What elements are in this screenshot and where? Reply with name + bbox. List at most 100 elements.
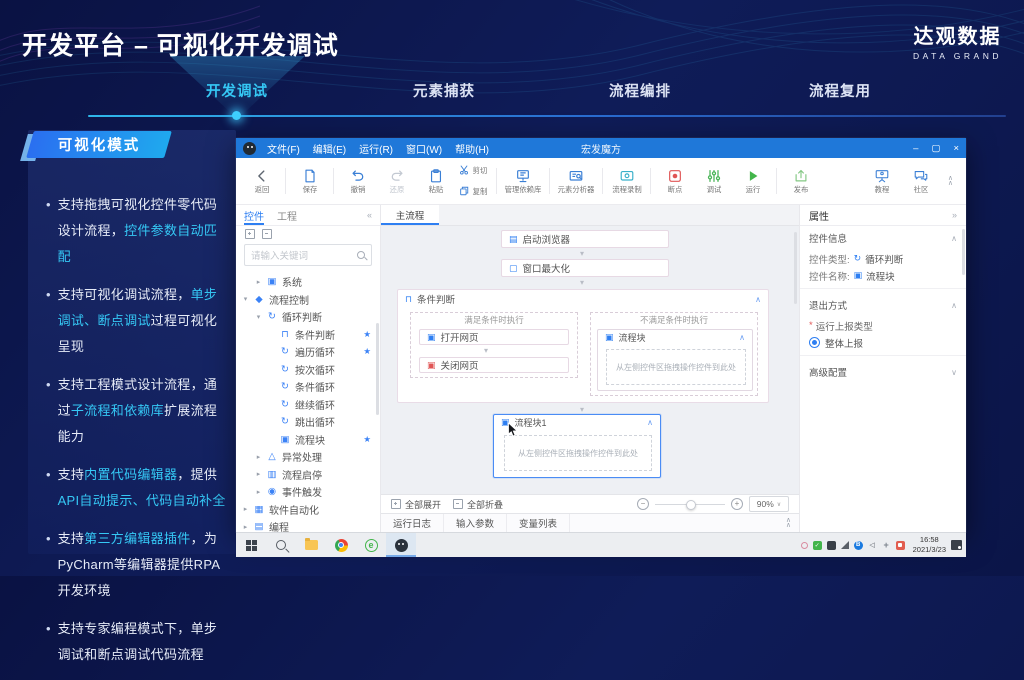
flow-node-close-page[interactable]: ▣ 关闭网页 — [419, 357, 569, 373]
tree-item-12[interactable]: ▸◉事件触发 — [236, 483, 380, 501]
toolbar-publish-button[interactable]: 发布 — [781, 167, 820, 195]
expand-all-button[interactable]: 全部展开 — [391, 498, 441, 511]
menu-item-4[interactable]: 帮助(H) — [455, 141, 489, 156]
flow-node-start-browser[interactable]: ▤ 启动浏览器 — [501, 230, 669, 248]
menu-item-3[interactable]: 窗口(W) — [406, 141, 442, 156]
zoom-slider-knob[interactable] — [686, 500, 696, 510]
toolbar-debug-button[interactable]: 调试 — [694, 167, 733, 195]
minimize-button[interactable]: – — [913, 143, 918, 154]
favorite-star-icon[interactable]: ★ — [363, 329, 371, 340]
toolbar-run-button[interactable]: 运行 — [733, 167, 772, 195]
zoom-slider[interactable] — [655, 499, 725, 509]
toolbar-save-button[interactable]: 保存 — [290, 167, 329, 195]
toolbar-library-button[interactable]: 管理依赖库 — [501, 167, 545, 195]
collapse-all-button[interactable]: 全部折叠 — [453, 498, 503, 511]
tree-item-11[interactable]: ▸▥流程启停 — [236, 466, 380, 484]
toolbar-undo-button[interactable]: 撤销 — [338, 167, 377, 195]
tree-item-13[interactable]: ▸▦软件自动化 — [236, 501, 380, 519]
nav-tab-3[interactable]: 流程复用 — [809, 80, 871, 101]
bottom-panel-collapse-icon[interactable]: ∧∧ — [786, 518, 799, 528]
section-exit-mode[interactable]: 退出方式 ∧ — [800, 293, 966, 317]
tree-item-14[interactable]: ▸▤编程 — [236, 518, 380, 532]
collapse-chevron-icon[interactable]: ∧ — [647, 418, 653, 427]
collapse-chevron-icon[interactable]: ∧ — [755, 295, 761, 304]
collapse-chevron-icon[interactable]: ∧ — [739, 333, 745, 342]
toolbar-recorder-button[interactable]: 流程录制 — [607, 167, 646, 195]
nav-tab-0[interactable]: 开发调试 — [206, 80, 268, 101]
toolbar-community-button[interactable]: 社区 — [902, 167, 941, 195]
notification-center-icon[interactable] — [951, 540, 962, 550]
toolbar-analyzer-button[interactable]: 元素分析器 — [554, 167, 598, 195]
panel-tab-0[interactable]: 控件 — [244, 205, 264, 225]
toolbar-tutorial-button[interactable]: 教程 — [863, 167, 902, 195]
toolbar-paste-button[interactable]: 粘贴 — [416, 167, 455, 195]
tree-item-2[interactable]: ▾↻循环判断 — [236, 308, 380, 326]
tray-security-icon[interactable] — [896, 541, 905, 550]
tab-main-flow[interactable]: 主流程 — [381, 205, 439, 225]
tree-item-5[interactable]: ↻按次循环 — [236, 361, 380, 379]
zoom-out-button[interactable]: − — [637, 498, 649, 510]
close-button[interactable]: × — [953, 143, 959, 154]
restore-button[interactable]: ▢ — [931, 143, 940, 154]
toolbar-cut-button[interactable]: 剪切 — [459, 162, 488, 180]
bottom-tab-0[interactable]: 运行日志 — [381, 514, 444, 532]
tray-settings-icon[interactable] — [801, 542, 808, 549]
tray-network-icon[interactable] — [841, 541, 849, 549]
panel-collapse-icon[interactable]: « — [367, 210, 372, 220]
zoom-in-button[interactable]: + — [731, 498, 743, 510]
taskbar-start-button[interactable] — [236, 533, 266, 557]
panel-tab-1[interactable]: 工程 — [277, 205, 297, 225]
tree-item-4[interactable]: ↻遍历循环★ — [236, 343, 380, 361]
tree-item-6[interactable]: ↻条件循环 — [236, 378, 380, 396]
tray-bluetooth-icon[interactable]: B — [854, 541, 863, 550]
flow-block-container[interactable]: ▣ 流程块 ∧ 从左侧控件区拖拽操作控件到此处 — [597, 329, 753, 391]
favorite-star-icon[interactable]: ★ — [363, 346, 371, 357]
flow-node-maximize-window[interactable]: ▢ 窗口最大化 — [501, 259, 669, 277]
collapse-all-icon-button[interactable] — [262, 229, 272, 239]
taskbar-search-button[interactable] — [266, 533, 296, 557]
properties-scrollbar[interactable] — [962, 229, 966, 275]
tree-scrollbar[interactable] — [376, 323, 380, 415]
drop-zone[interactable]: 从左侧控件区拖拽操作控件到此处 — [504, 435, 652, 471]
nav-tab-2[interactable]: 流程编排 — [609, 80, 671, 101]
flow-node-open-page[interactable]: ▣ 打开网页 — [419, 329, 569, 345]
tree-item-10[interactable]: ▸△异常处理 — [236, 448, 380, 466]
tree-item-3[interactable]: ⊓条件判断★ — [236, 326, 380, 344]
expand-all-icon-button[interactable] — [245, 229, 255, 239]
toolbar-back-button[interactable]: 返回 — [242, 167, 281, 195]
taskbar-explorer-button[interactable] — [296, 533, 326, 557]
section-widget-info[interactable]: 控件信息 ∧ — [800, 226, 966, 250]
tree-item-7[interactable]: ↻继续循环 — [236, 396, 380, 414]
tray-input-icon[interactable]: + — [882, 541, 891, 550]
drop-zone[interactable]: 从左侧控件区拖拽操作控件到此处 — [606, 349, 746, 385]
tray-device-icon[interactable] — [827, 541, 836, 550]
tray-volume-icon[interactable]: ◁ — [868, 541, 877, 550]
toolbar-redo-button[interactable]: 还原 — [377, 167, 416, 195]
search-input[interactable]: 请输入关键词 — [244, 244, 372, 266]
section-advanced-config[interactable]: 高级配置 ∨ — [800, 360, 966, 384]
toolbar-collapse-icon[interactable]: ∧∧ — [948, 176, 953, 186]
nav-tab-1[interactable]: 元素捕获 — [413, 80, 475, 101]
menu-item-2[interactable]: 运行(R) — [359, 141, 393, 156]
menu-item-1[interactable]: 编辑(E) — [313, 141, 346, 156]
radio-whole-report[interactable]: 整体上报 — [800, 334, 966, 351]
tree-item-1[interactable]: ▾◆流程控制 — [236, 291, 380, 309]
taskbar-browser-e-button[interactable]: e — [356, 533, 386, 557]
tree-item-8[interactable]: ↻跳出循环 — [236, 413, 380, 431]
bottom-tab-2[interactable]: 变量列表 — [507, 514, 570, 532]
favorite-star-icon[interactable]: ★ — [363, 434, 371, 445]
tree-item-9[interactable]: ▣流程块★ — [236, 431, 380, 449]
bottom-tab-1[interactable]: 输入参数 — [444, 514, 507, 532]
taskbar-chrome-button[interactable] — [326, 533, 356, 557]
toolbar-breakpoint-button[interactable]: 断点 — [655, 167, 694, 195]
canvas-scrollbar[interactable] — [794, 232, 798, 304]
taskbar-datagrand-app-button[interactable] — [386, 533, 416, 557]
toolbar-copy-button[interactable]: 复制 — [459, 183, 488, 201]
menu-item-0[interactable]: 文件(F) — [267, 141, 300, 156]
tree-item-0[interactable]: ▸▣系统 — [236, 273, 380, 291]
panel-collapse-icon[interactable]: » — [952, 210, 957, 220]
tray-shield-icon[interactable]: ✓ — [813, 541, 822, 550]
taskbar-clock[interactable]: 16:58 2021/3/23 — [908, 535, 951, 555]
zoom-level-select[interactable]: 90% ∨ — [749, 496, 789, 512]
flow-condition-container[interactable]: ⊓ 条件判断 ∧ 满足条件时执行 ▣ 打开网页 ▾ — [397, 289, 769, 403]
